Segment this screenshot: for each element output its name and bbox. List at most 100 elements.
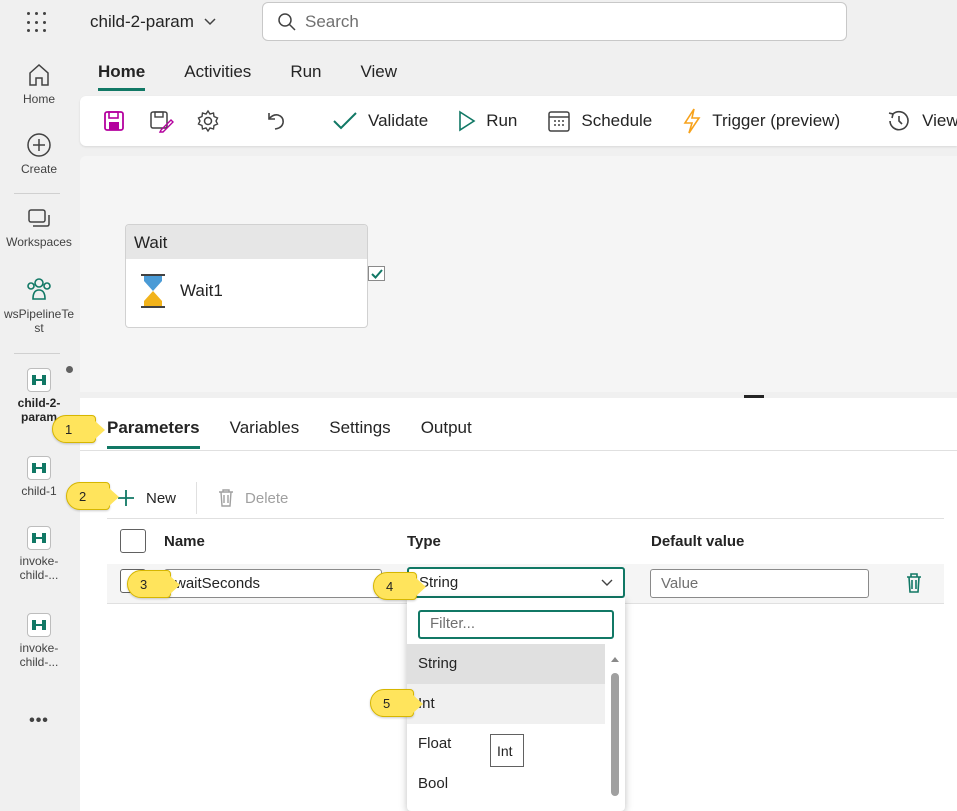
new-label: New (146, 489, 177, 507)
view-history-button[interactable]: View (886, 108, 957, 134)
rail-create[interactable]: Create (0, 132, 78, 176)
lightning-icon (683, 108, 701, 134)
column-name: Name (164, 533, 205, 550)
tabs-divider (80, 450, 957, 451)
option-string[interactable]: String (407, 644, 605, 684)
tab-run[interactable]: Run (290, 62, 321, 91)
panel-tabs: Parameters Variables Settings Output (107, 418, 472, 449)
pipeline-canvas[interactable]: Wait Wait1 (80, 156, 957, 392)
parameter-type-select[interactable]: String (407, 567, 625, 598)
parameter-name-input[interactable]: waitSeconds (164, 569, 382, 598)
search-box[interactable] (262, 2, 847, 41)
tab-parameters[interactable]: Parameters (107, 418, 200, 449)
top-bar: child-2-param (0, 0, 957, 52)
default-value-input[interactable]: Value (650, 569, 869, 598)
pipeline-icon (27, 526, 51, 550)
chevron-down-icon (204, 18, 216, 26)
save-icon (104, 111, 124, 131)
tab-output[interactable]: Output (421, 418, 472, 449)
trigger-button[interactable]: Trigger (preview) (682, 108, 840, 134)
save-button[interactable] (102, 109, 126, 133)
parameter-commands: New Delete (116, 482, 288, 514)
ribbon-toolbar: Validate Run Schedule Trigger (preview) … (80, 96, 957, 146)
tab-settings[interactable]: Settings (329, 418, 390, 449)
history-icon (888, 110, 909, 131)
tab-variables[interactable]: Variables (230, 418, 300, 449)
gear-icon (197, 109, 219, 133)
delete-label: Delete (245, 489, 289, 507)
rail-workspace-current[interactable]: wsPipelineTe st (0, 275, 78, 335)
trigger-label: Trigger (preview) (712, 111, 841, 130)
delete-parameter-button[interactable]: Delete (217, 488, 288, 508)
settings-button[interactable] (196, 109, 220, 133)
undo-button[interactable] (264, 109, 288, 133)
save-as-button[interactable] (148, 109, 174, 133)
home-icon (29, 63, 49, 86)
pipeline-icon (27, 368, 51, 392)
dropdown-filter-input[interactable]: Filter... (418, 610, 614, 639)
view-label: View (922, 111, 957, 130)
wait-activity-card[interactable]: Wait Wait1 (125, 224, 368, 328)
validate-label: Validate (368, 111, 429, 130)
option-int[interactable]: Int (407, 684, 605, 724)
step-callout-2: 2 (66, 482, 119, 510)
rail-workspace-label-2: st (34, 321, 44, 335)
scroll-up-icon (611, 657, 619, 662)
rail-divider (14, 193, 60, 194)
schedule-button[interactable]: Schedule (547, 109, 652, 133)
dropdown-scrollbar[interactable] (609, 648, 621, 811)
command-divider (196, 482, 198, 514)
search-icon (278, 12, 296, 31)
column-default-value: Default value (651, 533, 745, 550)
trash-icon (219, 489, 234, 507)
parameters-table-header: Name Type Default value (107, 518, 944, 564)
item-title: child-2-param (90, 12, 194, 31)
rail-home[interactable]: Home (0, 62, 78, 106)
run-label: Run (486, 111, 518, 130)
schedule-label: Schedule (581, 111, 653, 130)
step-callout-1: 1 (52, 415, 105, 443)
calendar-icon (548, 111, 571, 132)
tab-home[interactable]: Home (98, 62, 146, 91)
rail-item-invoke-child-a[interactable]: invoke- child-... (0, 526, 78, 582)
scrollbar-thumb[interactable] (611, 673, 619, 796)
search-input[interactable] (305, 11, 805, 32)
activity-name: Wait1 (180, 281, 223, 300)
ribbon-tabs: Home Activities Run View (98, 62, 397, 91)
checkmark-icon (333, 112, 357, 130)
rail-item-label-1: child-2- (17, 396, 61, 410)
app-launcher-icon[interactable] (27, 12, 49, 34)
item-title-dropdown[interactable]: child-2-param (90, 12, 216, 32)
workspaces-icon (28, 209, 50, 227)
tab-activities[interactable]: Activities (184, 62, 251, 91)
rail-item-label-1: invoke- (19, 641, 59, 655)
step-callout-5: 5 (370, 689, 423, 717)
step-callout-3: 3 (127, 570, 180, 598)
activity-success-checkbox[interactable] (368, 266, 385, 281)
add-circle-icon (27, 133, 51, 157)
play-icon (459, 110, 476, 132)
rail-create-label: Create (20, 162, 58, 176)
step-callout-4: 4 (373, 572, 426, 600)
activity-type-label: Wait (126, 225, 367, 259)
option-tooltip: Int (490, 734, 524, 767)
chevron-down-icon (601, 579, 613, 586)
run-button[interactable]: Run (458, 110, 517, 132)
people-team-icon (27, 278, 51, 300)
new-parameter-button[interactable]: New (116, 488, 176, 508)
rail-item-label-2: child-... (19, 568, 59, 582)
select-all-checkbox[interactable] (120, 529, 146, 553)
rail-workspace-label-1: wsPipelineTe (3, 307, 75, 321)
validate-button[interactable]: Validate (332, 111, 428, 131)
save-edit-icon (150, 111, 174, 133)
rail-item-invoke-child-b[interactable]: invoke- child-... (0, 613, 78, 669)
delete-row-button[interactable] (905, 572, 923, 597)
column-type: Type (407, 533, 441, 550)
option-bool[interactable]: Bool (407, 764, 605, 804)
rail-item-label-2: child-... (19, 655, 59, 669)
trash-icon (907, 573, 921, 593)
more-icon[interactable]: ••• (0, 712, 78, 730)
tab-view[interactable]: View (361, 62, 398, 91)
rail-item-label-1: invoke- (19, 554, 59, 568)
rail-workspaces[interactable]: Workspaces (0, 207, 78, 249)
